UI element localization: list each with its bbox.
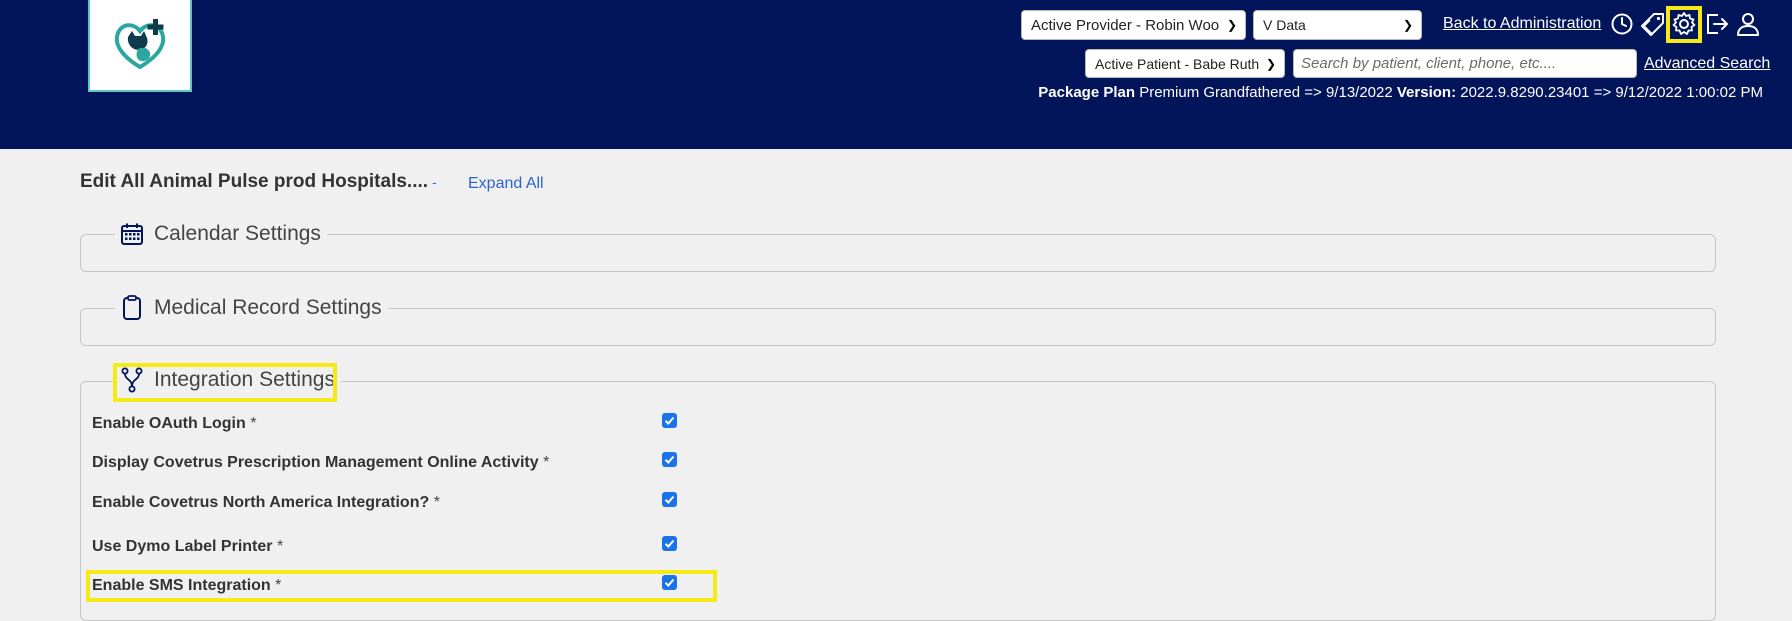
back-to-administration-link[interactable]: Back to Administration xyxy=(1443,15,1601,33)
plan-label: Package Plan xyxy=(1038,84,1136,101)
chevron-down-icon: ❯ xyxy=(1402,18,1413,32)
provider-select-value: Active Provider - Robin Woo xyxy=(1031,16,1220,34)
setting-label-text: Display Covetrus Prescription Management… xyxy=(92,454,539,471)
app-logo[interactable] xyxy=(88,0,192,92)
calendar-icon xyxy=(119,220,145,248)
version-label: Version: xyxy=(1396,84,1457,101)
data-select-value: V Data xyxy=(1263,17,1306,33)
setting-label-covetrus-prescription: Display Covetrus Prescription Management… xyxy=(92,454,549,472)
setting-label-oauth: Enable OAuth Login * xyxy=(92,415,256,433)
expand-all-link[interactable]: Expand All xyxy=(468,175,544,193)
required-marker: * xyxy=(433,494,440,511)
page-title: Edit All Animal Pulse prod Hospitals....… xyxy=(80,171,441,193)
covetrus-prescription-checkbox[interactable] xyxy=(662,452,677,467)
patient-select[interactable]: Active Patient - Babe Ruth ❯ xyxy=(1085,49,1285,78)
tag-icon[interactable] xyxy=(1639,10,1667,38)
search-input[interactable] xyxy=(1293,49,1637,78)
required-marker: * xyxy=(543,454,550,471)
advanced-search-link[interactable]: Advanced Search xyxy=(1644,55,1770,73)
clipboard-icon xyxy=(119,294,145,322)
calendar-settings-title: Calendar Settings xyxy=(154,222,321,245)
check-icon xyxy=(664,416,675,425)
chevron-down-icon: ❯ xyxy=(1226,18,1237,32)
logout-icon[interactable] xyxy=(1703,10,1731,38)
check-icon xyxy=(664,495,675,504)
medical-record-settings-title: Medical Record Settings xyxy=(154,296,382,319)
check-icon xyxy=(664,539,675,548)
oauth-checkbox[interactable] xyxy=(662,413,677,428)
provider-select[interactable]: Active Provider - Robin Woo ❯ xyxy=(1021,10,1246,40)
page-title-text: Edit All Animal Pulse prod Hospitals.... xyxy=(80,171,429,192)
user-icon[interactable] xyxy=(1734,10,1762,38)
required-marker: * xyxy=(276,538,284,555)
medical-record-settings-header[interactable]: Medical Record Settings xyxy=(115,294,388,322)
chevron-down-icon: ❯ xyxy=(1265,56,1276,71)
data-select[interactable]: V Data ❯ xyxy=(1253,10,1422,40)
dymo-printer-checkbox[interactable] xyxy=(662,536,677,551)
package-plan-info: Package Plan Premium Grandfathered => 9/… xyxy=(1038,84,1763,101)
version-value: 2022.9.8290.23401 => 9/12/2022 1:00:02 P… xyxy=(1460,84,1763,101)
clock-icon[interactable] xyxy=(1608,10,1636,38)
setting-label-dymo-printer: Use Dymo Label Printer * xyxy=(92,538,283,556)
plan-value: Premium Grandfathered => 9/13/2022 xyxy=(1139,84,1393,101)
title-separator: - xyxy=(432,174,437,190)
required-marker: * xyxy=(250,415,257,432)
setting-label-covetrus-north-america: Enable Covetrus North America Integratio… xyxy=(92,494,440,512)
setting-label-text: Enable OAuth Login xyxy=(92,415,246,432)
check-icon xyxy=(664,455,675,464)
setting-label-text: Use Dymo Label Printer xyxy=(92,538,273,555)
setting-label-text: Enable Covetrus North America Integratio… xyxy=(92,494,430,511)
calendar-settings-header[interactable]: Calendar Settings xyxy=(115,220,327,248)
patient-select-value: Active Patient - Babe Ruth xyxy=(1095,55,1260,72)
logo-icon xyxy=(114,19,166,70)
top-header: Active Provider - Robin Woo ❯ V Data ❯ B… xyxy=(0,0,1792,149)
settings-highlight xyxy=(1666,6,1702,43)
sms-integration-highlight xyxy=(86,570,717,602)
covetrus-north-america-checkbox[interactable] xyxy=(662,492,677,507)
integration-settings-highlight xyxy=(113,363,337,402)
